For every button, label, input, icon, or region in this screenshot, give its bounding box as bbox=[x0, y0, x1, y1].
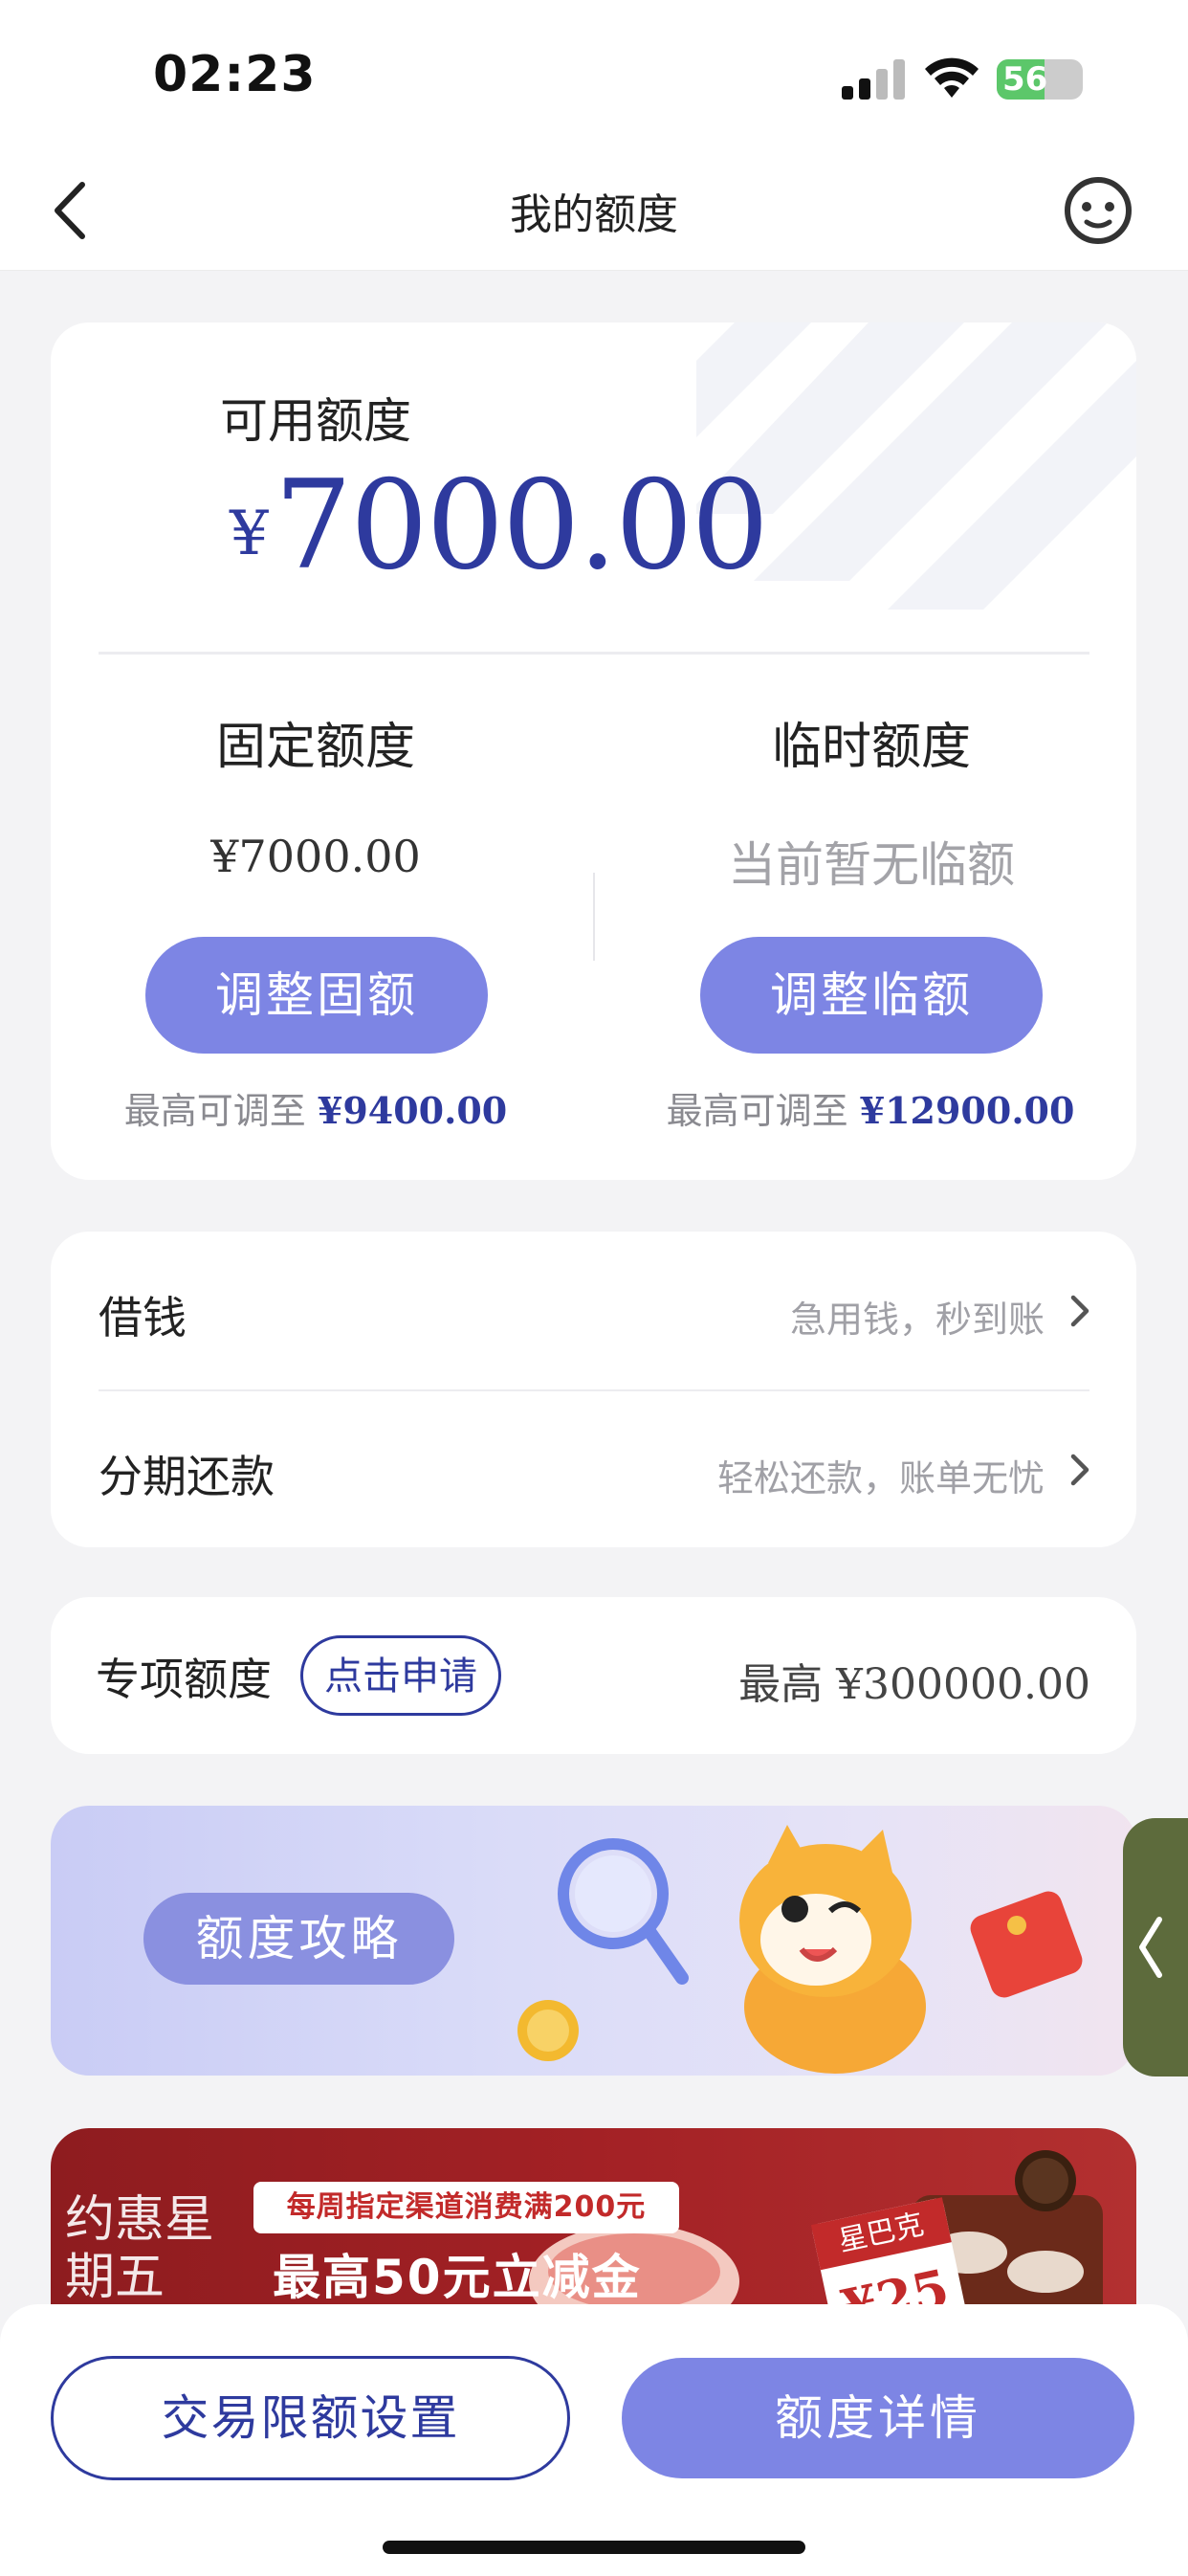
promo-headline: 最高50元立减金 bbox=[273, 2250, 642, 2305]
temporary-max-note: 最高可调至 ¥12900.00 bbox=[603, 1081, 1138, 1134]
fixed-credit-title: 固定额度 bbox=[215, 719, 415, 776]
temporary-credit-title: 临时额度 bbox=[771, 719, 971, 776]
adjust-temporary-button[interactable]: 调整临额 bbox=[700, 937, 1043, 1054]
available-amount-value: 7000.00 bbox=[274, 455, 769, 597]
apply-button[interactable]: 点击申请 bbox=[300, 1635, 501, 1716]
promo-event-title: 约惠星期五 bbox=[65, 2191, 215, 2306]
currency-symbol: ¥ bbox=[230, 499, 269, 569]
status-time: 02:23 bbox=[153, 46, 317, 103]
page-title: 我的额度 bbox=[510, 190, 678, 239]
chevron-right-icon bbox=[1070, 1454, 1089, 1486]
fixed-max-note: 最高可调至 ¥9400.00 bbox=[48, 1081, 583, 1134]
available-credit-amount: ¥7000.00 bbox=[230, 455, 769, 597]
promo-condition: 每周指定渠道消费满200元 bbox=[253, 2182, 679, 2233]
signal-icon bbox=[842, 59, 905, 100]
battery-percent: 56 bbox=[1002, 60, 1048, 99]
list-item-label: 借钱 bbox=[99, 1292, 187, 1344]
credit-strategy-pill[interactable]: 额度攻略 bbox=[143, 1893, 454, 1985]
side-drawer-tab[interactable] bbox=[1123, 1818, 1188, 2076]
available-credit-label: 可用额度 bbox=[220, 393, 411, 449]
fixed-credit-value: ¥7000.00 bbox=[210, 831, 421, 882]
adjust-fixed-button[interactable]: 调整固额 bbox=[145, 937, 488, 1054]
list-item-hint: 急用钱，秒到账 bbox=[789, 1299, 1045, 1341]
temporary-max-value: ¥12900.00 bbox=[859, 1089, 1075, 1132]
fixed-max-value: ¥9400.00 bbox=[317, 1089, 508, 1132]
temporary-max-prefix: 最高可调至 bbox=[666, 1090, 848, 1132]
card-divider bbox=[99, 652, 1089, 655]
battery-icon: 56 bbox=[997, 59, 1083, 100]
list-item-hint: 轻松还款，账单无忧 bbox=[716, 1457, 1045, 1499]
wifi-icon bbox=[925, 57, 979, 98]
limit-settings-button[interactable]: 交易限额设置 bbox=[51, 2356, 570, 2480]
fixed-max-prefix: 最高可调至 bbox=[123, 1090, 306, 1132]
column-divider bbox=[593, 873, 595, 961]
special-credit-label: 专项额度 bbox=[96, 1654, 272, 1705]
special-credit-max: 最高 ¥300000.00 bbox=[738, 1660, 1090, 1709]
temporary-credit-value: 当前暂无临额 bbox=[728, 837, 1015, 893]
credit-details-button[interactable]: 额度详情 bbox=[622, 2358, 1134, 2478]
list-item-label: 分期还款 bbox=[99, 1451, 275, 1502]
home-indicator bbox=[383, 2541, 805, 2554]
chevron-right-icon bbox=[1070, 1295, 1089, 1327]
chevron-left-icon bbox=[1139, 1917, 1162, 1978]
customer-service-icon[interactable] bbox=[1062, 174, 1134, 247]
